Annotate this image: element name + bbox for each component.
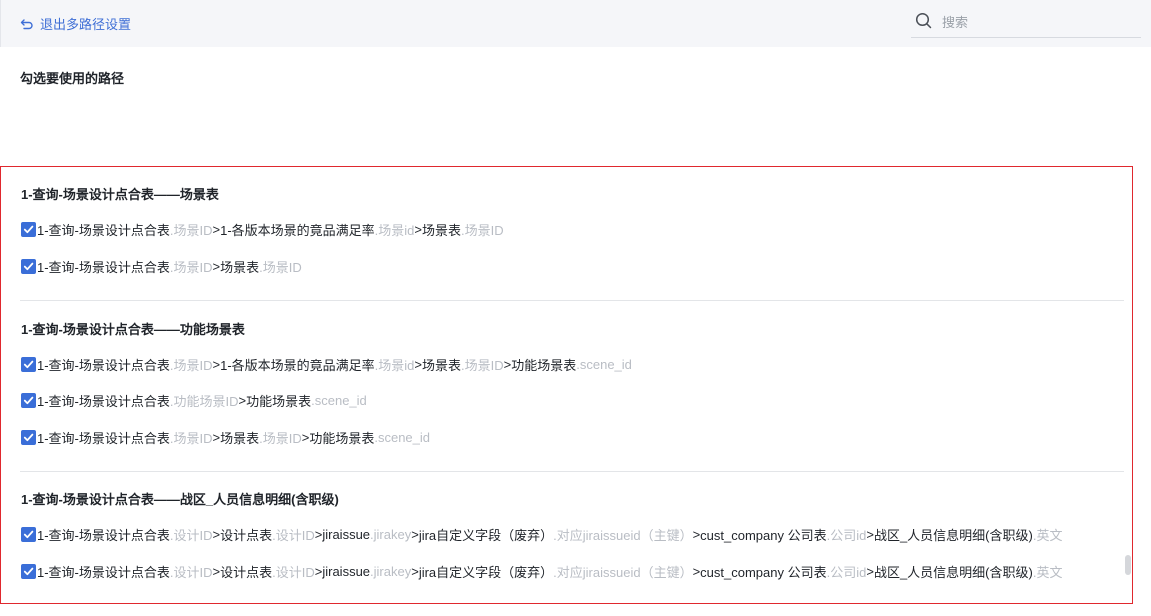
path-table-name: 场景表 bbox=[422, 222, 462, 238]
path-field-name: .场景ID bbox=[169, 357, 213, 373]
path-field-name: .场景ID bbox=[259, 430, 302, 446]
path-table-name: 1-各版本场景的竟品满足率 bbox=[220, 357, 375, 373]
path-arrow: > bbox=[212, 429, 221, 445]
path-arrow: > bbox=[212, 221, 221, 237]
path-table-name: 1-查询-场景设计点合表 bbox=[37, 527, 170, 543]
path-table-name: 1-查询-场景设计点合表 bbox=[37, 564, 170, 580]
path-option-row[interactable]: 1-查询-场景设计点合表 .场景ID > 场景表 .场景ID > 功能场景表 .scene_i… bbox=[21, 428, 430, 446]
path-field-name: .场景ID bbox=[169, 430, 213, 446]
path-field-name: .jirakey bbox=[370, 526, 412, 542]
path-arrow: > bbox=[212, 258, 221, 274]
path-field-name: .scene_id bbox=[374, 429, 431, 445]
path-table-name: 功能场景表 bbox=[246, 393, 312, 409]
path-field-name: .公司id bbox=[826, 564, 867, 580]
path-field-name: .场景ID bbox=[461, 222, 504, 238]
checkbox-checked-icon[interactable] bbox=[21, 356, 36, 372]
path-field-name: .场景ID bbox=[461, 357, 504, 373]
path-table-name: cust_company 公司表 bbox=[700, 527, 827, 543]
checkbox-checked-icon[interactable] bbox=[21, 258, 36, 274]
path-option-row[interactable]: 1-查询-场景设计点合表 .场景ID >1-各版本场景的竟品满足率 .场景id > 场景表… bbox=[21, 355, 632, 373]
path-option-row[interactable]: 1-查询-场景设计点合表 .场景ID > 场景表 .场景ID bbox=[21, 257, 302, 275]
path-table-name: jira自定义字段（废弃） bbox=[418, 527, 554, 543]
path-group-title: 1-查询-场景设计点合表——战区_人员信息明细(含职级) bbox=[21, 492, 339, 507]
path-option-row[interactable]: 1-查询-场景设计点合表 .设计ID > 设计点表 .设计ID > jiraissue .ji… bbox=[21, 525, 1062, 543]
undo-arrow-icon bbox=[20, 17, 34, 31]
path-arrow: > bbox=[692, 563, 701, 579]
path-table-name: 场景表 bbox=[422, 357, 462, 373]
select-paths-hint: 勾选要使用的路径 bbox=[20, 71, 125, 86]
paths-panel: 1-查询-场景设计点合表——场景表 1-查询-场景设计点合表 .场景ID >1-各版本… bbox=[0, 166, 1133, 604]
checkbox-checked-icon[interactable] bbox=[21, 221, 36, 237]
path-field-name: .设计ID bbox=[272, 564, 315, 580]
scrollbar-thumb[interactable] bbox=[1125, 555, 1131, 575]
exit-multipath-label: 退出多路径设置 bbox=[40, 17, 132, 32]
path-arrow: > bbox=[212, 563, 221, 579]
path-arrow: > bbox=[414, 356, 422, 372]
exit-multipath-button[interactable]: 退出多路径设置 bbox=[20, 14, 131, 33]
path-table-name: 功能场景表 bbox=[511, 357, 577, 373]
path-table-name: 1-查询-场景设计点合表 bbox=[37, 430, 170, 446]
path-table-name: 场景表 bbox=[220, 259, 260, 275]
path-table-name: jira自定义字段（废弃） bbox=[418, 564, 554, 580]
search-icon bbox=[915, 12, 932, 34]
top-toolbar: 退出多路径设置 bbox=[0, 0, 1151, 47]
checkbox-checked-icon[interactable] bbox=[21, 392, 36, 408]
path-table-name: 设计点表 bbox=[220, 527, 273, 543]
search-box[interactable] bbox=[911, 8, 1141, 38]
path-field-name: .场景ID bbox=[259, 259, 302, 275]
search-input[interactable] bbox=[940, 14, 1134, 31]
path-table-name: 战区_人员信息明细(含职级) bbox=[873, 564, 1033, 580]
path-table-name: 1-各版本场景的竟品满足率 bbox=[220, 222, 375, 238]
path-field-name: .公司id bbox=[826, 527, 867, 543]
path-table-name: 战区_人员信息明细(含职级) bbox=[873, 527, 1033, 543]
path-field-name: .对应jiraissueid（主键） bbox=[553, 527, 693, 543]
path-arrow: > bbox=[866, 526, 874, 542]
checkbox-checked-icon[interactable] bbox=[21, 526, 36, 542]
path-field-name: .设计ID bbox=[169, 527, 213, 543]
path-field-name: .场景ID bbox=[169, 259, 213, 275]
path-table-name: 1-查询-场景设计点合表 bbox=[37, 222, 170, 238]
path-field-name: .设计ID bbox=[272, 527, 315, 543]
path-table-name: 1-查询-场景设计点合表 bbox=[37, 393, 170, 409]
path-table-name: 场景表 bbox=[220, 430, 260, 446]
path-field-name: .scene_id bbox=[311, 392, 367, 408]
path-arrow: > bbox=[692, 526, 701, 542]
path-arrow: > bbox=[212, 526, 221, 542]
path-option-row[interactable]: 1-查询-场景设计点合表 .设计ID > 设计点表 .设计ID > jiraissue .ji… bbox=[21, 562, 1062, 580]
path-table-name: jiraissue bbox=[322, 526, 371, 542]
group-divider bbox=[20, 471, 1124, 472]
path-arrow: > bbox=[503, 356, 512, 372]
path-field-name: .英文 bbox=[1032, 527, 1063, 543]
path-field-name: .场景id bbox=[374, 357, 415, 373]
path-table-name: 功能场景表 bbox=[309, 430, 375, 446]
path-field-name: .设计ID bbox=[169, 564, 213, 580]
path-arrow: > bbox=[414, 221, 422, 237]
path-table-name: cust_company 公司表 bbox=[700, 564, 827, 580]
path-table-name: 设计点表 bbox=[220, 564, 273, 580]
path-field-name: .scene_id bbox=[576, 356, 632, 372]
path-option-row[interactable]: 1-查询-场景设计点合表 .功能场景ID > 功能场景表 .scene_id bbox=[21, 391, 367, 409]
checkbox-checked-icon[interactable] bbox=[21, 563, 36, 579]
path-arrow: > bbox=[238, 392, 247, 408]
group-divider bbox=[20, 300, 1124, 301]
path-table-name: 1-查询-场景设计点合表 bbox=[37, 259, 170, 275]
path-field-name: .功能场景ID bbox=[169, 393, 239, 409]
path-field-name: .jirakey bbox=[370, 563, 412, 579]
path-arrow: > bbox=[411, 526, 419, 542]
path-arrow: > bbox=[301, 429, 310, 445]
path-table-name: jiraissue bbox=[322, 563, 371, 579]
path-arrow: > bbox=[212, 356, 221, 372]
path-group-title: 1-查询-场景设计点合表——场景表 bbox=[21, 187, 219, 202]
path-option-row[interactable]: 1-查询-场景设计点合表 .场景ID >1-各版本场景的竟品满足率 .场景id > 场景表… bbox=[21, 220, 504, 238]
path-field-name: .场景id bbox=[374, 222, 415, 238]
path-field-name: .场景ID bbox=[169, 222, 213, 238]
path-field-name: .对应jiraissueid（主键） bbox=[553, 564, 693, 580]
path-arrow: > bbox=[411, 563, 419, 579]
path-arrow: > bbox=[866, 563, 874, 579]
path-group-title: 1-查询-场景设计点合表——功能场景表 bbox=[21, 322, 245, 337]
path-field-name: .英文 bbox=[1032, 564, 1063, 580]
path-table-name: 1-查询-场景设计点合表 bbox=[37, 357, 170, 373]
checkbox-checked-icon[interactable] bbox=[21, 429, 36, 445]
